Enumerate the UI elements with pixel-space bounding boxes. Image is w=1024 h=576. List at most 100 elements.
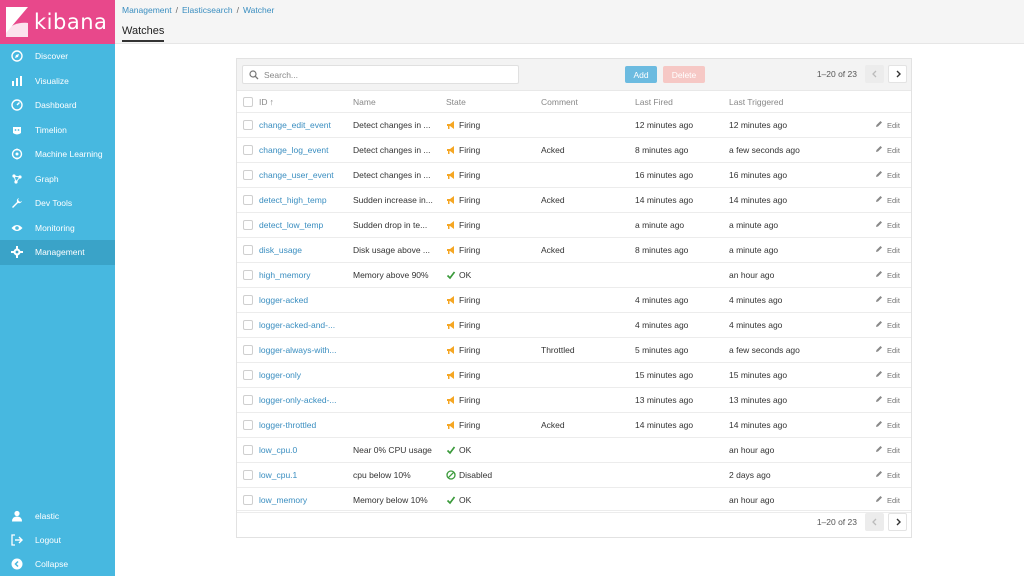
- column-header-last-triggered[interactable]: Last Triggered: [729, 91, 829, 112]
- row-checkbox[interactable]: [243, 420, 253, 430]
- watch-id-link[interactable]: logger-acked: [259, 295, 308, 305]
- edit-button[interactable]: Edit: [875, 320, 900, 330]
- edit-button[interactable]: Edit: [875, 145, 900, 155]
- watch-state-cell: OK: [446, 263, 534, 287]
- sidebar-item-dev-tools[interactable]: Dev Tools: [0, 191, 115, 216]
- search-box[interactable]: [242, 65, 519, 84]
- chevron-right-icon: [896, 518, 901, 526]
- previous-page-button[interactable]: [865, 65, 884, 83]
- watch-id-link[interactable]: change_edit_event: [259, 120, 331, 130]
- watch-id-link[interactable]: high_memory: [259, 270, 311, 280]
- row-checkbox[interactable]: [243, 395, 253, 405]
- watch-id-link[interactable]: low_cpu.1: [259, 470, 297, 480]
- select-all-checkbox[interactable]: [243, 96, 253, 107]
- column-header-state[interactable]: State: [446, 91, 534, 112]
- add-button[interactable]: Add: [625, 66, 657, 83]
- edit-button[interactable]: Edit: [875, 345, 900, 355]
- watch-id-link[interactable]: logger-only-acked-...: [259, 395, 336, 405]
- edit-button[interactable]: Edit: [875, 395, 900, 405]
- edit-button[interactable]: Edit: [875, 120, 900, 130]
- edit-button[interactable]: Edit: [875, 495, 900, 505]
- edit-label: Edit: [887, 470, 900, 480]
- watch-id-link[interactable]: low_cpu.0: [259, 445, 297, 455]
- pencil-icon: [875, 120, 883, 130]
- sidebar-item-graph[interactable]: Graph: [0, 167, 115, 192]
- edit-button[interactable]: Edit: [875, 370, 900, 380]
- delete-button[interactable]: Delete: [663, 66, 705, 83]
- edit-button[interactable]: Edit: [875, 245, 900, 255]
- sidebar-item-monitoring[interactable]: Monitoring: [0, 216, 115, 241]
- watch-state: Firing: [446, 245, 480, 255]
- watch-comment-cell: [541, 288, 629, 312]
- edit-button[interactable]: Edit: [875, 295, 900, 305]
- watch-id-link[interactable]: disk_usage: [259, 245, 302, 255]
- megaphone-icon: [446, 345, 456, 355]
- row-checkbox[interactable]: [243, 145, 253, 155]
- watch-id-link[interactable]: detect_high_temp: [259, 195, 327, 205]
- edit-button[interactable]: Edit: [875, 420, 900, 430]
- sidebar-item-machine-learning[interactable]: Machine Learning: [0, 142, 115, 167]
- watch-id-link[interactable]: change_user_event: [259, 170, 334, 180]
- sidebar-item-logout[interactable]: Logout: [0, 528, 115, 552]
- table-row: disk_usage Disk usage above ... Firing Acke…: [237, 238, 911, 263]
- kibana-logo[interactable]: kibana: [0, 0, 115, 44]
- row-checkbox[interactable]: [243, 495, 253, 505]
- edit-button[interactable]: Edit: [875, 220, 900, 230]
- watch-id-link[interactable]: logger-acked-and-...: [259, 320, 335, 330]
- watch-id-link[interactable]: logger-always-with...: [259, 345, 336, 355]
- next-page-button[interactable]: [888, 65, 907, 83]
- row-checkbox[interactable]: [243, 195, 253, 205]
- next-page-button[interactable]: [888, 513, 907, 531]
- row-checkbox[interactable]: [243, 470, 253, 480]
- edit-label: Edit: [887, 495, 900, 505]
- edit-button[interactable]: Edit: [875, 170, 900, 180]
- edit-cell: Edit: [875, 213, 909, 237]
- column-header-last-fired[interactable]: Last Fired: [635, 91, 723, 112]
- watch-id-link[interactable]: logger-only: [259, 370, 301, 380]
- sidebar-item-visualize[interactable]: Visualize: [0, 69, 115, 94]
- row-checkbox[interactable]: [243, 170, 253, 180]
- watch-id-link[interactable]: change_log_event: [259, 145, 328, 155]
- watch-id-link[interactable]: logger-throttled: [259, 420, 316, 430]
- sidebar-item-collapse[interactable]: Collapse: [0, 552, 115, 576]
- sidebar-item-timelion[interactable]: Timelion: [0, 118, 115, 143]
- row-checkbox[interactable]: [243, 295, 253, 305]
- watch-state-cell: Disabled: [446, 463, 534, 487]
- edit-cell: Edit: [875, 463, 909, 487]
- breadcrumb-elasticsearch[interactable]: Elasticsearch: [182, 5, 233, 15]
- watch-state: OK: [446, 445, 471, 455]
- column-header-id[interactable]: ID ↑: [259, 91, 349, 112]
- watch-name-cell: [353, 388, 441, 412]
- watch-id-link[interactable]: detect_low_temp: [259, 220, 323, 230]
- row-checkbox[interactable]: [243, 445, 253, 455]
- sidebar-item-management[interactable]: Management: [0, 240, 115, 265]
- sidebar-item-discover[interactable]: Discover: [0, 44, 115, 69]
- last-triggered: 12 minutes ago: [729, 120, 788, 130]
- watch-comment-cell: [541, 163, 629, 187]
- edit-button[interactable]: Edit: [875, 195, 900, 205]
- edit-button[interactable]: Edit: [875, 270, 900, 280]
- row-checkbox[interactable]: [243, 370, 253, 380]
- row-checkbox[interactable]: [243, 320, 253, 330]
- app-name: kibana: [34, 10, 108, 34]
- row-checkbox-cell: [243, 363, 255, 387]
- row-checkbox[interactable]: [243, 245, 253, 255]
- search-input[interactable]: [264, 69, 504, 80]
- watch-id-link[interactable]: low_memory: [259, 495, 307, 505]
- sidebar-item-dashboard[interactable]: Dashboard: [0, 93, 115, 118]
- column-header-comment[interactable]: Comment: [541, 91, 629, 112]
- edit-button[interactable]: Edit: [875, 470, 900, 480]
- column-header-name[interactable]: Name: [353, 91, 441, 112]
- row-checkbox[interactable]: [243, 120, 253, 130]
- last-fired: a minute ago: [635, 220, 685, 230]
- last-triggered-cell: an hour ago: [729, 438, 829, 462]
- row-checkbox[interactable]: [243, 220, 253, 230]
- previous-page-button[interactable]: [865, 513, 884, 531]
- row-checkbox[interactable]: [243, 270, 253, 280]
- breadcrumb-management[interactable]: Management: [122, 5, 172, 15]
- watch-comment-cell: Acked: [541, 238, 629, 262]
- row-checkbox[interactable]: [243, 345, 253, 355]
- sidebar-item-elastic[interactable]: elastic: [0, 504, 115, 528]
- breadcrumb-watcher[interactable]: Watcher: [243, 5, 274, 15]
- edit-button[interactable]: Edit: [875, 445, 900, 455]
